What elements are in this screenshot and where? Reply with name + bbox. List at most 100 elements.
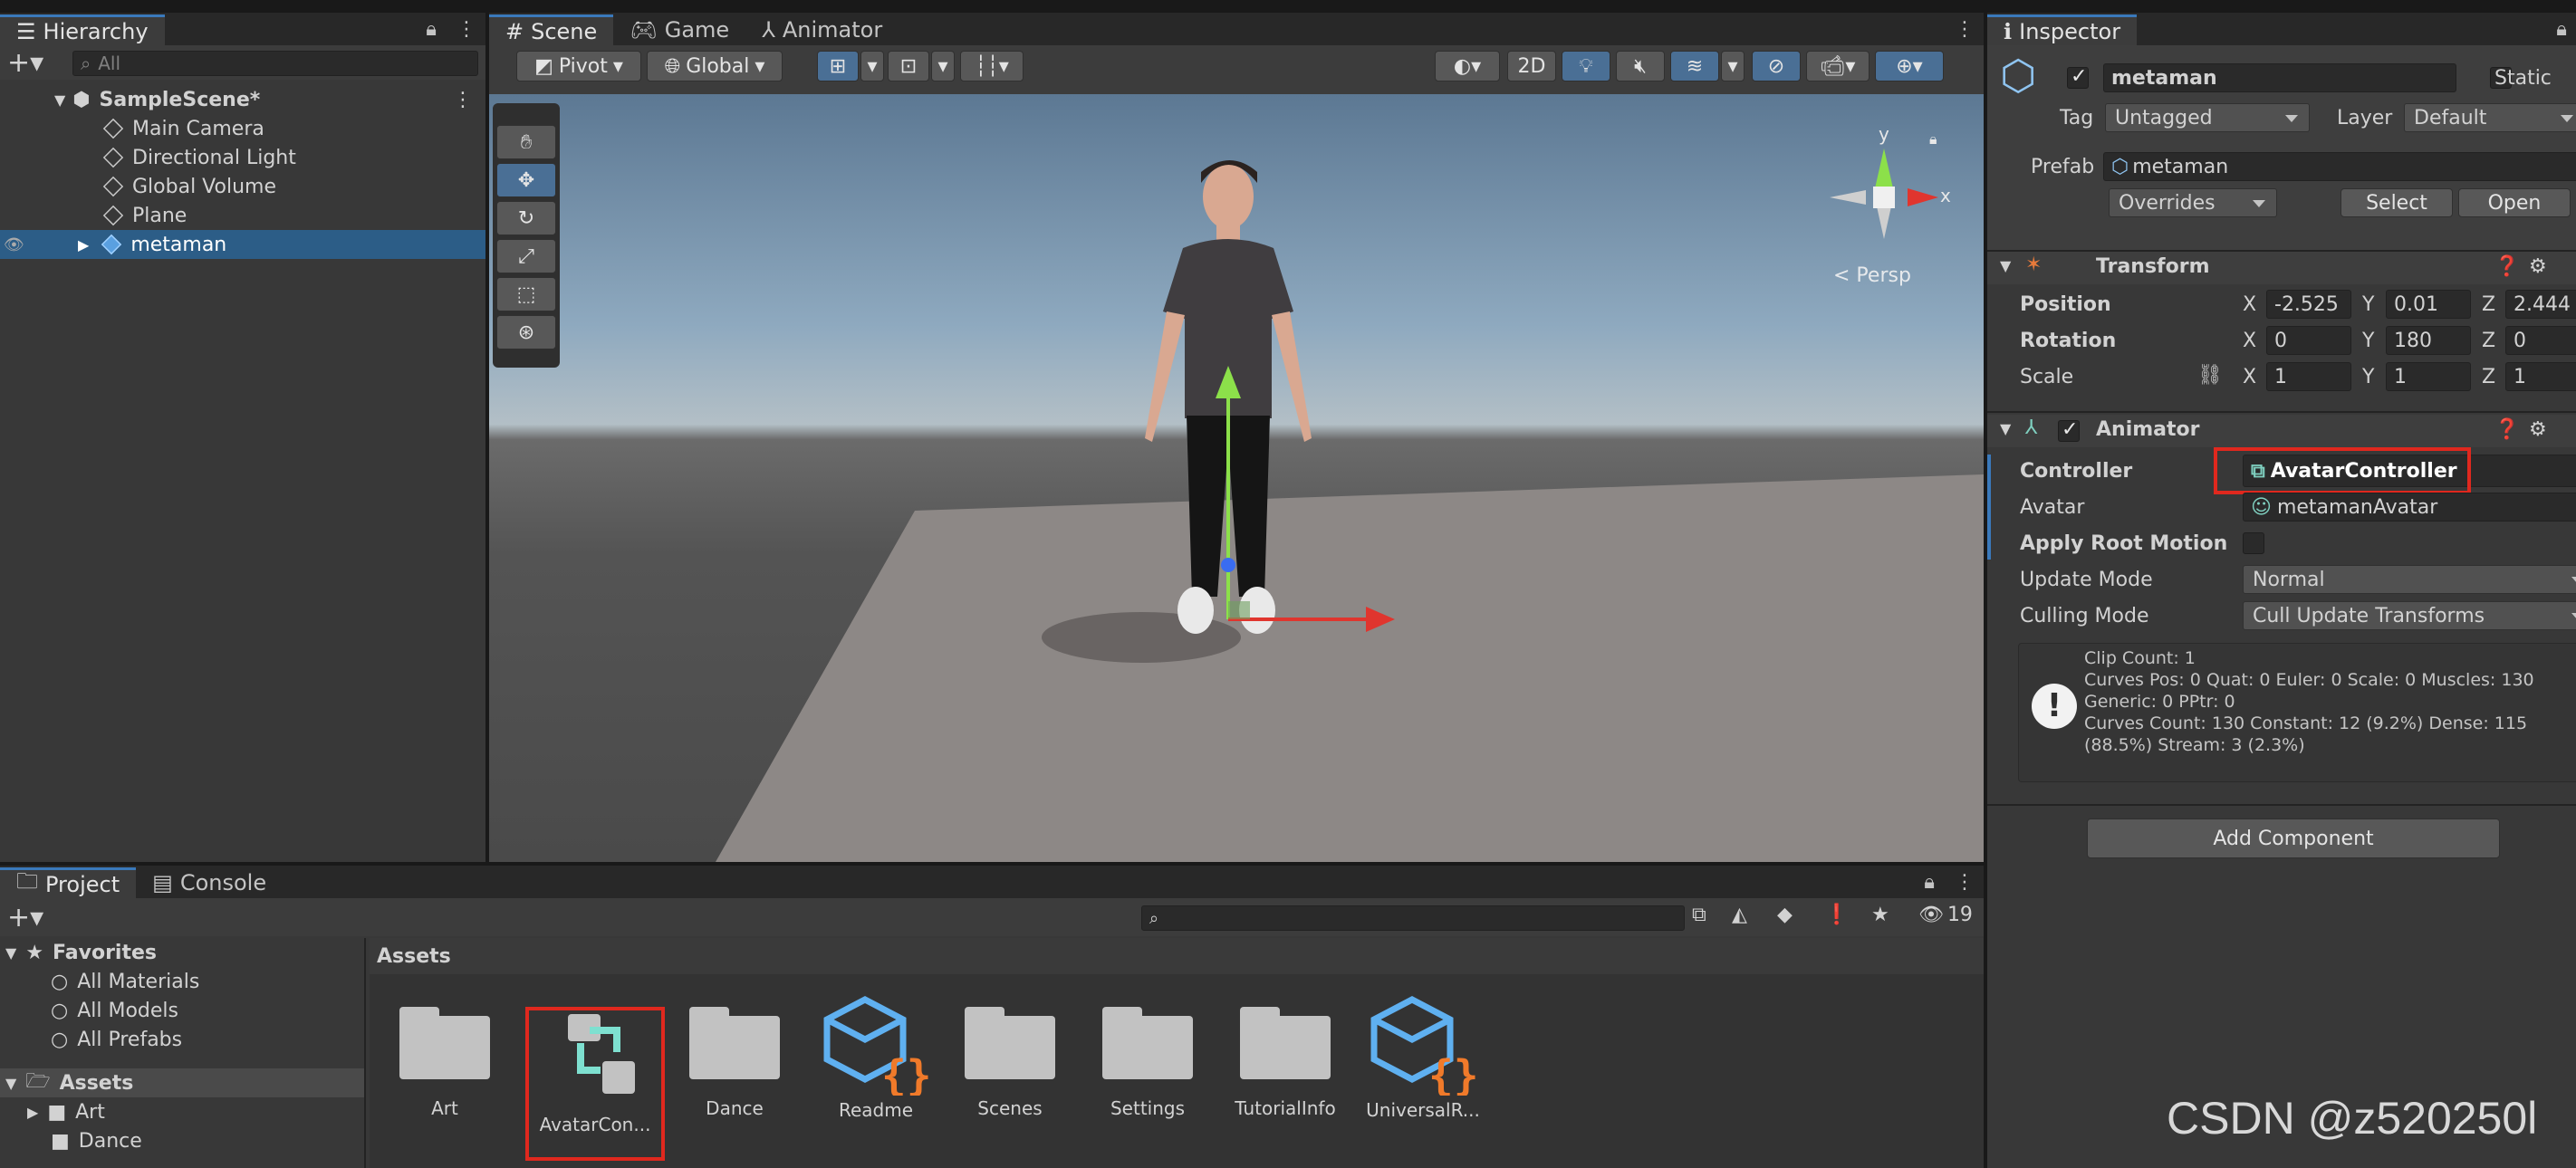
tab-scene[interactable]: # Scene (489, 14, 614, 45)
scale-y-field[interactable]: 1 (2386, 362, 2471, 391)
asset-item[interactable]: {} Readme (817, 996, 935, 1121)
camera-dropdown[interactable]: 📹︎▾ (1806, 51, 1870, 81)
lock-icon[interactable]: 🔒︎ (1924, 871, 1935, 894)
settings-sliders-icon[interactable]: ⚙ (2529, 418, 2547, 441)
rect-tool-button[interactable]: ⬚ (496, 277, 556, 311)
help-icon[interactable]: ❓ (2494, 418, 2519, 441)
rotation-y-field[interactable]: 180 (2386, 326, 2471, 355)
position-x-field[interactable]: -2.525 (2266, 290, 2351, 319)
lighting-toggle[interactable]: 💡︎ (1562, 51, 1610, 81)
select-button[interactable]: Select (2341, 188, 2453, 217)
avatar-field[interactable]: ☺ metamanAvatar (2243, 493, 2576, 522)
scene-row[interactable]: ▼ ⬢ SampleScene* ⋮ (0, 85, 485, 114)
scale-tool-button[interactable]: ⤢ (496, 239, 556, 273)
hidden-packages-toggle[interactable]: 👁︎ 19 (1918, 904, 1973, 926)
help-icon[interactable]: ❓ (2494, 255, 2519, 278)
rotate-tool-button[interactable]: ↻ (496, 201, 556, 235)
tab-hierarchy[interactable]: ☰ Hierarchy (0, 14, 165, 45)
asset-item[interactable]: Dance (685, 1007, 784, 1119)
audio-toggle[interactable]: 🔇︎ (1616, 51, 1665, 81)
kebab-menu-icon[interactable]: ⋮ (1955, 18, 1975, 41)
lock-view-icon[interactable]: 🔒︎ (1929, 130, 1937, 148)
asset-item[interactable]: {} UniversalR... (1355, 996, 1491, 1121)
scale-x-field[interactable]: 1 (2266, 362, 2351, 391)
hierarchy-search-input[interactable]: ⌕ All (72, 51, 478, 76)
grid-snap-button[interactable]: ⊞ (817, 51, 859, 81)
update-mode-dropdown[interactable]: Normal (2243, 565, 2576, 594)
tab-inspector[interactable]: ℹ Inspector (1987, 14, 2138, 45)
animator-enabled-checkbox[interactable] (2058, 418, 2080, 442)
open-button[interactable]: Open (2458, 188, 2571, 217)
scene-menu-icon[interactable]: ⋮ (453, 89, 473, 111)
rotation-x-field[interactable]: 0 (2266, 326, 2351, 355)
expand-arrow-icon[interactable]: ▶ (27, 1104, 38, 1121)
visibility-icon[interactable]: 👁︎ (4, 235, 24, 254)
root-motion-checkbox[interactable] (2243, 532, 2264, 554)
move-tool-button[interactable]: ✥ (496, 163, 556, 197)
persp-label[interactable]: < Persp (1833, 264, 1911, 287)
hierarchy-item-selected[interactable]: 👁︎ ▶ metaman (0, 230, 485, 259)
asset-item[interactable]: TutorialInfo (1226, 1007, 1344, 1119)
add-object-button[interactable]: +▾ (7, 47, 43, 79)
add-component-button[interactable]: Add Component (2087, 819, 2500, 858)
position-y-field[interactable]: 0.01 (2386, 290, 2471, 319)
expand-arrow-icon[interactable]: ▶ (78, 236, 89, 254)
expand-arrow-icon[interactable]: ▼ (54, 91, 65, 109)
hierarchy-item[interactable]: Directional Light (0, 143, 485, 172)
draw-mode-dropdown[interactable]: ◐▾ (1435, 51, 1500, 81)
rotation-z-field[interactable]: 0 (2505, 326, 2576, 355)
asset-item[interactable]: Art (395, 1007, 495, 1119)
global-dropdown[interactable]: 🌐︎ Global ▾ (647, 51, 783, 81)
kebab-menu-icon[interactable]: ⋮ (1955, 871, 1975, 894)
hand-tool-button[interactable]: ✋︎ (496, 125, 556, 159)
favorite-item[interactable]: ○ All Models (0, 996, 364, 1025)
foldout-arrow-icon[interactable]: ▼ (2000, 257, 2011, 274)
position-z-field[interactable]: 2.444 (2505, 290, 2576, 319)
foldout-arrow-icon[interactable]: ▼ (2000, 420, 2011, 437)
effects-toggle[interactable]: ≋ (1670, 51, 1719, 81)
transform-header[interactable]: ▼ ✶ Transform ❓ ⚙ (1987, 252, 2576, 284)
object-name-field[interactable]: metaman (2103, 63, 2456, 92)
asset-item[interactable]: Scenes (960, 1007, 1060, 1119)
settings-sliders-icon[interactable]: ⚙ (2529, 255, 2547, 278)
scale-z-field[interactable]: 1 (2505, 362, 2576, 391)
lock-icon[interactable]: 🔒︎ (2556, 18, 2567, 41)
kebab-menu-icon[interactable]: ⋮ (457, 18, 476, 41)
tab-console[interactable]: ▤ Console (136, 867, 283, 898)
hierarchy-item[interactable]: Main Camera (0, 114, 485, 143)
active-checkbox[interactable] (2067, 65, 2089, 89)
animator-header[interactable]: ▼ ⅄ Animator ❓ ⚙ (1987, 415, 2576, 447)
layer-dropdown[interactable]: Default (2404, 103, 2576, 132)
effects-menu[interactable]: ▾ (1721, 51, 1745, 81)
collapse-arrow-icon[interactable]: ▼ (5, 1075, 16, 1092)
transform-tool-button[interactable]: ⊛ (496, 315, 556, 349)
toggle-2d-button[interactable]: 2D (1507, 51, 1556, 81)
overrides-dropdown[interactable]: Overrides (2109, 188, 2277, 217)
assets-root-row[interactable]: ▼ 🗁 Assets (0, 1068, 364, 1097)
tag-dropdown[interactable]: Untagged (2105, 103, 2310, 132)
project-search-input[interactable]: ⌕ (1141, 905, 1685, 931)
favorites-row[interactable]: ▼ ★ Favorites (0, 938, 364, 967)
visibility-toggle[interactable]: ⊘ (1752, 51, 1801, 81)
grid-snap-menu[interactable]: ▾ (860, 51, 884, 81)
warning-filter-icon[interactable]: ❗ (1824, 904, 1849, 926)
ruler-button[interactable]: ┆┆▾ (960, 51, 1024, 81)
search-options-icon[interactable]: ⧉ (1692, 904, 1706, 926)
tree-folder-item[interactable]: ■ Dance (0, 1126, 364, 1155)
constrain-proportions-icon[interactable]: ⛓︎ (2197, 364, 2223, 387)
favorite-star-icon[interactable]: ★ (1871, 904, 1889, 926)
hierarchy-item[interactable]: Global Volume (0, 172, 485, 201)
tab-game[interactable]: 🎮︎ Game (613, 14, 745, 45)
snap-increment-menu[interactable]: ▾ (931, 51, 955, 81)
gizmos-dropdown[interactable]: ⊕▾ (1875, 51, 1944, 81)
asset-item-highlighted[interactable]: AvatarCon... (525, 1007, 665, 1161)
asset-item[interactable]: Settings (1098, 1007, 1197, 1119)
create-asset-button[interactable]: +▾ (7, 902, 43, 933)
lock-icon[interactable]: 🔒︎ (426, 18, 437, 41)
tab-animator[interactable]: ⅄ Animator (745, 14, 899, 45)
scene-viewport[interactable]: y x 🔒︎ < Persp ✋︎ ✥ ↻ ⤢ ⬚ ⊛ (489, 94, 1984, 862)
culling-mode-dropdown[interactable]: Cull Update Transforms (2243, 601, 2576, 630)
tab-project[interactable]: 🗀 Project (0, 867, 137, 898)
pivot-dropdown[interactable]: ◩ Pivot ▾ (516, 51, 641, 81)
tree-folder-item[interactable]: ▶ ■ Art (0, 1097, 364, 1126)
